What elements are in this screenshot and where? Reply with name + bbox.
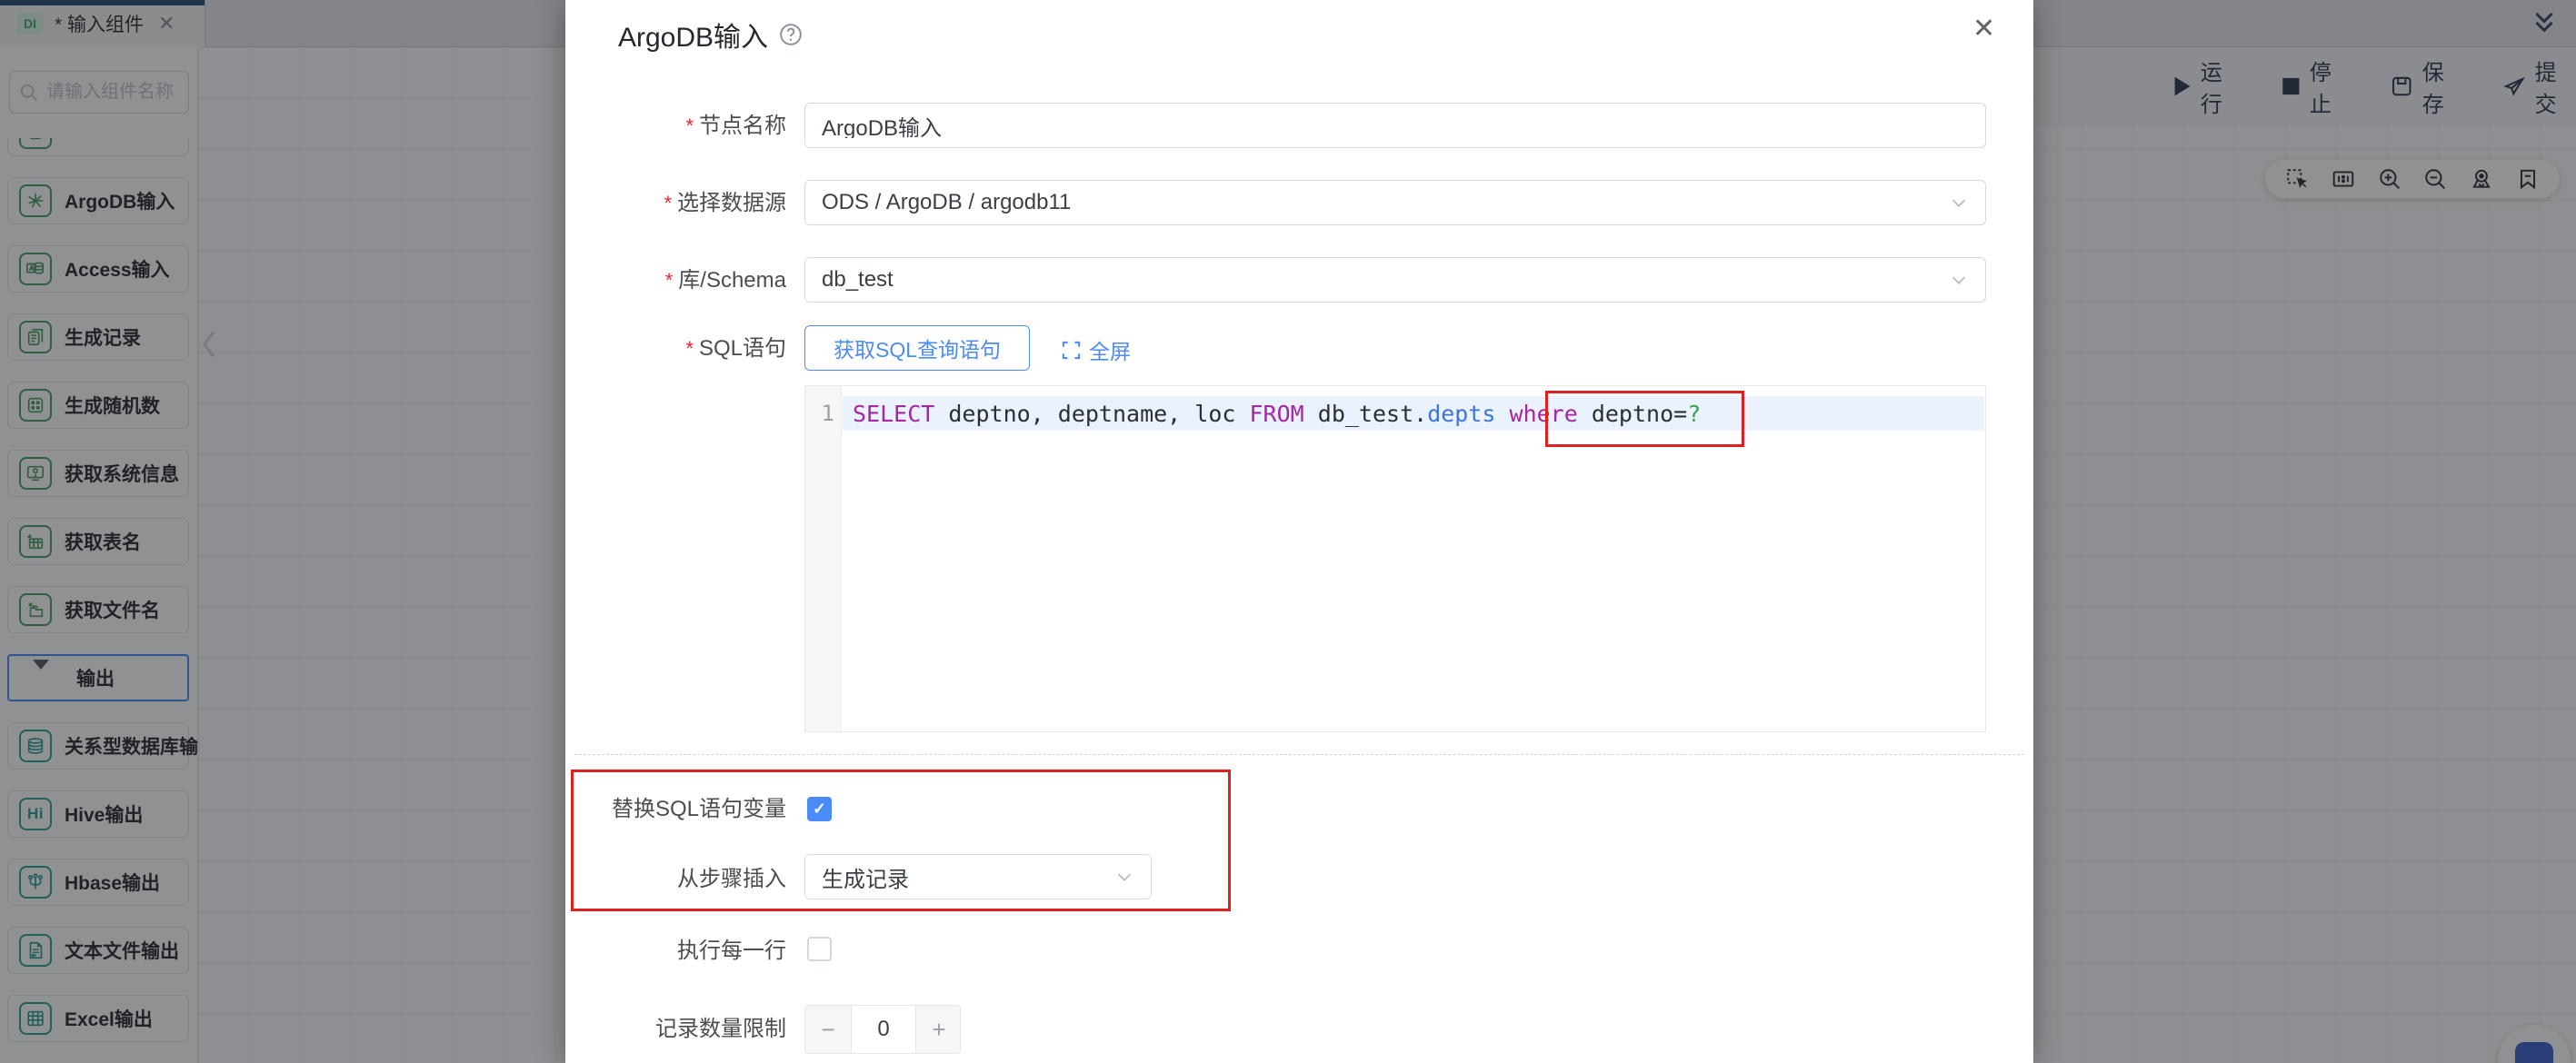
replace-vars-checkbox[interactable]: ✓ — [807, 797, 832, 821]
datasource-select[interactable]: ODS / ArgoDB / argodb11 — [804, 180, 1986, 225]
node-name-field[interactable] — [804, 103, 1986, 148]
insert-step-select[interactable]: 生成记录 — [804, 854, 1152, 899]
modal-backdrop-left — [0, 0, 565, 1063]
help-icon[interactable] — [779, 23, 803, 46]
chevron-down-icon — [1114, 867, 1134, 887]
insert-step-label: 从步骤插入 — [565, 868, 786, 891]
record-limit-stepper: − 0 + — [804, 1005, 961, 1054]
sql-token-keyword: FROM — [1250, 401, 1304, 427]
modal-backdrop-right — [2033, 0, 2576, 1063]
sql-editor[interactable]: 1 SELECT deptno, deptname, loc FROM db_t… — [804, 385, 1986, 732]
sql-token-plain: deptno= — [1578, 401, 1687, 427]
node-name-label: *节点名称 — [565, 114, 786, 138]
decrement-button[interactable]: − — [805, 1006, 851, 1053]
schema-select[interactable]: db_test — [804, 257, 1986, 303]
editor-gutter: 1 — [805, 386, 842, 731]
fullscreen-button[interactable]: 全屏 — [1061, 334, 1131, 365]
sql-token-keyword: SELECT — [853, 401, 934, 427]
datasource-label: *选择数据源 — [565, 192, 786, 215]
dialog-title: ArgoDB输入 — [618, 15, 803, 55]
execute-each-row-label: 执行每一行 — [565, 939, 786, 963]
chevron-down-icon — [1949, 193, 1969, 213]
record-limit-value[interactable]: 0 — [851, 1006, 916, 1053]
sql-token-keyword: where — [1510, 401, 1578, 427]
close-icon[interactable]: ✕ — [1972, 13, 1995, 45]
sql-token-plain: deptno, deptname, loc — [934, 401, 1249, 427]
chevron-down-icon — [1949, 270, 1969, 290]
replace-vars-label: 替换SQL语句变量 — [565, 798, 786, 821]
sql-token-plain: db_test. — [1304, 401, 1427, 427]
get-sql-button[interactable]: 获取SQL查询语句 — [804, 325, 1030, 371]
argodb-input-dialog: ArgoDB输入 ✕ *节点名称 *选择数据源 ODS / ArgoDB / a… — [565, 0, 2033, 1063]
record-limit-label: 记录数量限制 — [565, 1018, 786, 1041]
app-screen: DI * 输入组件 ✕ 运行 停止 保存 — [0, 0, 2576, 1063]
section-divider — [574, 754, 2024, 755]
sql-token-entity: depts — [1427, 401, 1495, 427]
sql-token-string: ? — [1687, 401, 1701, 427]
sql-token-plain — [1495, 401, 1509, 427]
sql-code-line: SELECT deptno, deptname, loc FROM db_tes… — [853, 401, 1701, 427]
schema-label: *库/Schema — [565, 269, 786, 293]
line-number: 1 — [822, 401, 834, 426]
fullscreen-icon — [1061, 340, 1082, 361]
node-name-input[interactable] — [822, 113, 1969, 138]
increment-button[interactable]: + — [916, 1006, 961, 1053]
execute-each-row-checkbox[interactable] — [807, 937, 832, 961]
sql-label: *SQL语句 — [565, 337, 786, 361]
